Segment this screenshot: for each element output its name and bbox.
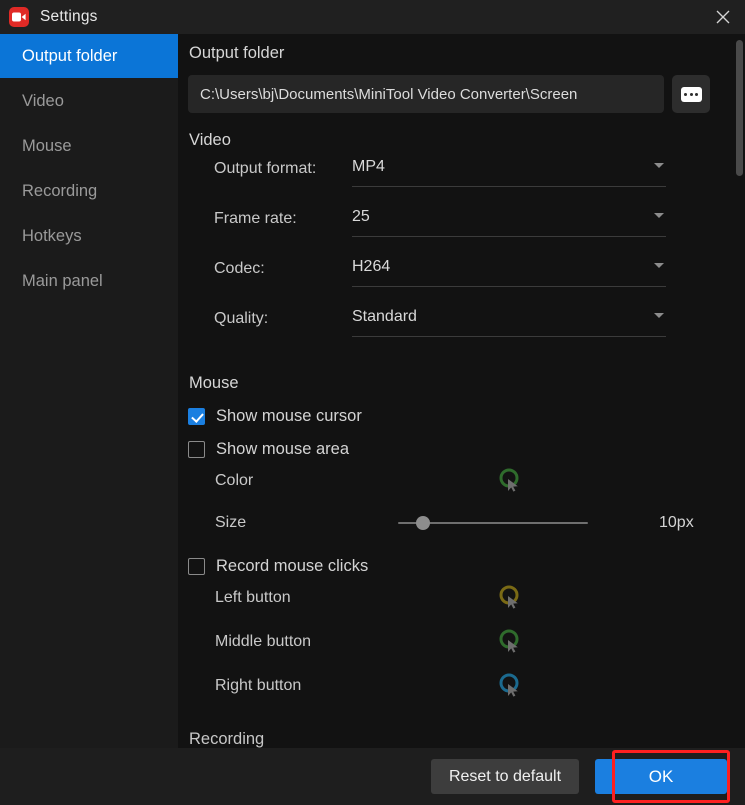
- output-folder-pane: Output folder C:\Users\bj\Documents\Mini…: [178, 34, 733, 748]
- middle-button-color-row: Middle button: [188, 620, 733, 664]
- cursor-color-swatch-icon[interactable]: [495, 583, 525, 613]
- footer-bar: Reset to default OK: [0, 748, 745, 805]
- cursor-color-swatch-icon[interactable]: [495, 671, 525, 701]
- sidebar-item-main-panel[interactable]: Main panel: [0, 259, 178, 303]
- ellipsis-icon: [680, 86, 702, 102]
- sub-label: Right button: [215, 677, 302, 694]
- field-value: Standard: [352, 308, 417, 325]
- section-title-output-folder: Output folder: [189, 44, 285, 62]
- sub-label: Left button: [215, 589, 291, 606]
- section-title-recording: Recording: [189, 730, 265, 748]
- sidebar-item-video[interactable]: Video: [0, 79, 178, 123]
- checkbox-show-mouse-area[interactable]: Show mouse area: [188, 440, 733, 459]
- field-value: 25: [352, 208, 370, 225]
- close-icon[interactable]: [701, 0, 745, 34]
- sidebar-item-label: Main panel: [22, 271, 103, 290]
- scrollbar-thumb[interactable]: [736, 40, 743, 176]
- field-output-format: Output format: MP4: [188, 156, 733, 200]
- field-frame-rate: Frame rate: 25: [188, 206, 733, 250]
- checkbox-unchecked-icon: [188, 441, 205, 458]
- field-quality: Quality: Standard: [188, 306, 733, 350]
- field-label: Quality:: [214, 310, 269, 327]
- field-label: Frame rate:: [214, 210, 297, 227]
- frame-rate-select[interactable]: 25: [352, 206, 666, 237]
- sidebar-item-label: Video: [22, 91, 64, 110]
- field-value: H264: [352, 258, 391, 275]
- sidebar-item-hotkeys[interactable]: Hotkeys: [0, 214, 178, 258]
- mouse-size-slider[interactable]: [398, 513, 588, 533]
- field-label: Codec:: [214, 260, 265, 277]
- browse-folder-button[interactable]: [672, 75, 710, 113]
- checkbox-show-mouse-cursor[interactable]: Show mouse cursor: [188, 407, 733, 426]
- codec-select[interactable]: H264: [352, 256, 666, 287]
- reset-to-default-button[interactable]: Reset to default: [431, 759, 579, 794]
- checkbox-record-mouse-clicks[interactable]: Record mouse clicks: [188, 557, 733, 576]
- mouse-section: Mouse Show mouse cursor Show mouse area …: [188, 374, 733, 543]
- left-button-color-row: Left button: [188, 576, 733, 620]
- window-title: Settings: [40, 8, 98, 25]
- field-codec: Codec: H264: [188, 256, 733, 300]
- checkbox-checked-icon: [188, 408, 205, 425]
- settings-window: Settings Output folder Video Mouse Recor…: [0, 0, 745, 805]
- mouse-area-size-row: Size 10px: [188, 503, 733, 543]
- section-title-mouse: Mouse: [189, 374, 239, 392]
- cursor-color-swatch-icon[interactable]: [495, 627, 525, 657]
- output-format-select[interactable]: MP4: [352, 156, 666, 187]
- video-section: Video Output format: MP4 Frame rate: 25: [188, 131, 733, 350]
- chevron-down-icon: [654, 313, 664, 318]
- sidebar-item-recording[interactable]: Recording: [0, 169, 178, 213]
- mouse-area-color-row: Color: [188, 459, 733, 503]
- cursor-color-swatch-icon[interactable]: [495, 466, 525, 496]
- field-value: MP4: [352, 158, 385, 175]
- chevron-down-icon: [654, 163, 664, 168]
- sidebar-item-label: Output folder: [22, 46, 118, 65]
- output-path-row: C:\Users\bj\Documents\MiniTool Video Con…: [188, 75, 733, 113]
- checkbox-label: Show mouse area: [216, 440, 349, 458]
- title-bar: Settings: [0, 0, 745, 34]
- sub-label: Color: [215, 472, 254, 489]
- quality-select[interactable]: Standard: [352, 306, 666, 337]
- mouse-clicks-section: Record mouse clicks Left button Middle b…: [188, 557, 733, 708]
- checkbox-unchecked-icon: [188, 558, 205, 575]
- slider-handle[interactable]: [415, 516, 430, 530]
- sub-label: Middle button: [215, 633, 312, 650]
- sidebar: Output folder Video Mouse Recording Hotk…: [0, 34, 178, 748]
- sidebar-item-mouse[interactable]: Mouse: [0, 124, 178, 168]
- sidebar-item-label: Mouse: [22, 136, 72, 155]
- chevron-down-icon: [654, 213, 664, 218]
- sidebar-item-label: Recording: [22, 181, 98, 200]
- scrollbar-track[interactable]: [733, 34, 745, 748]
- checkbox-label: Show mouse cursor: [216, 407, 362, 425]
- settings-content: Output folder C:\Users\bj\Documents\Mini…: [178, 34, 745, 748]
- sub-label: Size: [215, 514, 247, 531]
- mouse-size-value: 10px: [659, 514, 694, 531]
- sidebar-item-label: Hotkeys: [22, 226, 82, 245]
- checkbox-label: Record mouse clicks: [216, 557, 369, 575]
- video-recorder-icon: [9, 7, 29, 27]
- section-title-video: Video: [189, 131, 231, 149]
- ok-button[interactable]: OK: [595, 759, 727, 794]
- right-button-color-row: Right button: [188, 664, 733, 708]
- output-path-input[interactable]: C:\Users\bj\Documents\MiniTool Video Con…: [188, 75, 664, 113]
- sidebar-item-output-folder[interactable]: Output folder: [0, 34, 178, 78]
- chevron-down-icon: [654, 263, 664, 268]
- field-label: Output format:: [214, 160, 317, 177]
